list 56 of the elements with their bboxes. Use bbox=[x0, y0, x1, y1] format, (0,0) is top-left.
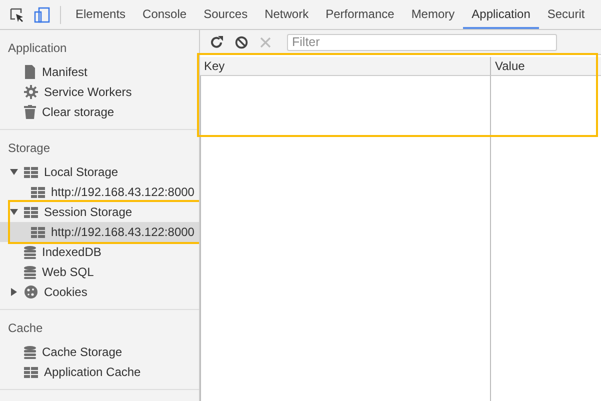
tree-item-label: Clear storage bbox=[42, 105, 114, 119]
grid-icon bbox=[24, 166, 38, 178]
tree-item[interactable]: Service Workers bbox=[0, 82, 199, 102]
tree-item-label: Cookies bbox=[44, 285, 88, 299]
column-header[interactable]: Key bbox=[200, 57, 490, 76]
tree-item[interactable]: http://192.168.43.122:8000 bbox=[0, 222, 199, 242]
tree-item-label: Application Cache bbox=[44, 365, 141, 379]
column-header[interactable]: Value bbox=[490, 57, 601, 76]
tree-item[interactable]: http://192.168.43.122:8000 bbox=[0, 182, 199, 202]
tree-item-label: Cache Storage bbox=[42, 345, 122, 359]
device-toggle-icon[interactable] bbox=[34, 6, 50, 22]
tree-item-label: Service Workers bbox=[44, 85, 132, 99]
gear-icon bbox=[24, 85, 38, 99]
tree-item[interactable]: Web SQL bbox=[0, 262, 199, 282]
panel-tab[interactable]: Securit bbox=[538, 0, 594, 29]
section-heading: Cache bbox=[7, 320, 43, 337]
tree-item[interactable]: IndexedDB bbox=[0, 242, 199, 262]
database-icon bbox=[24, 346, 36, 358]
inspect-element-icon[interactable] bbox=[10, 8, 24, 22]
section-heading: Storage bbox=[7, 140, 50, 157]
grid-icon bbox=[24, 366, 38, 378]
tree-item-label: Manifest bbox=[42, 65, 88, 79]
tree-item-label: IndexedDB bbox=[42, 245, 102, 259]
expanded-triangle-icon[interactable] bbox=[10, 168, 18, 176]
filter-field[interactable]: Filter bbox=[287, 34, 557, 50]
tree-item[interactable]: Local Storage bbox=[0, 162, 199, 182]
grid-icon bbox=[31, 186, 45, 198]
expanded-triangle-icon[interactable] bbox=[10, 208, 18, 216]
tree-item[interactable]: Session Storage bbox=[0, 202, 199, 222]
cookie-icon bbox=[24, 285, 38, 299]
tree-item-label: Local Storage bbox=[44, 165, 118, 179]
panel-tab[interactable]: Network bbox=[256, 0, 318, 29]
tree-item[interactable]: Cookies bbox=[0, 282, 199, 302]
tree-item[interactable]: Manifest bbox=[0, 62, 199, 82]
database-icon bbox=[24, 246, 36, 258]
tree-item-label: Web SQL bbox=[42, 265, 94, 279]
tree-item-label: Session Storage bbox=[44, 205, 132, 219]
panel-tab[interactable]: Performance bbox=[317, 0, 403, 29]
document-icon bbox=[24, 65, 36, 79]
grid-icon bbox=[24, 206, 38, 218]
trash-icon bbox=[24, 105, 36, 119]
panel-tab[interactable]: Console bbox=[134, 0, 196, 29]
panel-tab[interactable]: Sources bbox=[195, 0, 256, 29]
tree-item-label: http://192.168.43.122:8000 bbox=[51, 225, 194, 239]
database-icon bbox=[24, 266, 36, 278]
grid-icon bbox=[31, 226, 45, 238]
panel-tab[interactable]: Memory bbox=[402, 0, 464, 29]
tree-item[interactable]: Application Cache bbox=[0, 362, 199, 382]
section-heading: Application bbox=[7, 40, 67, 57]
refresh-icon[interactable] bbox=[210, 36, 223, 48]
panel-tab[interactable]: Elements bbox=[67, 0, 134, 29]
tree-item-label: http://192.168.43.122:8000 bbox=[51, 185, 194, 199]
tree-item[interactable]: Clear storage bbox=[0, 102, 199, 122]
tree-item[interactable]: Cache Storage bbox=[0, 342, 199, 362]
collapsed-triangle-icon[interactable] bbox=[10, 288, 18, 296]
clear-icon[interactable] bbox=[235, 36, 248, 48]
